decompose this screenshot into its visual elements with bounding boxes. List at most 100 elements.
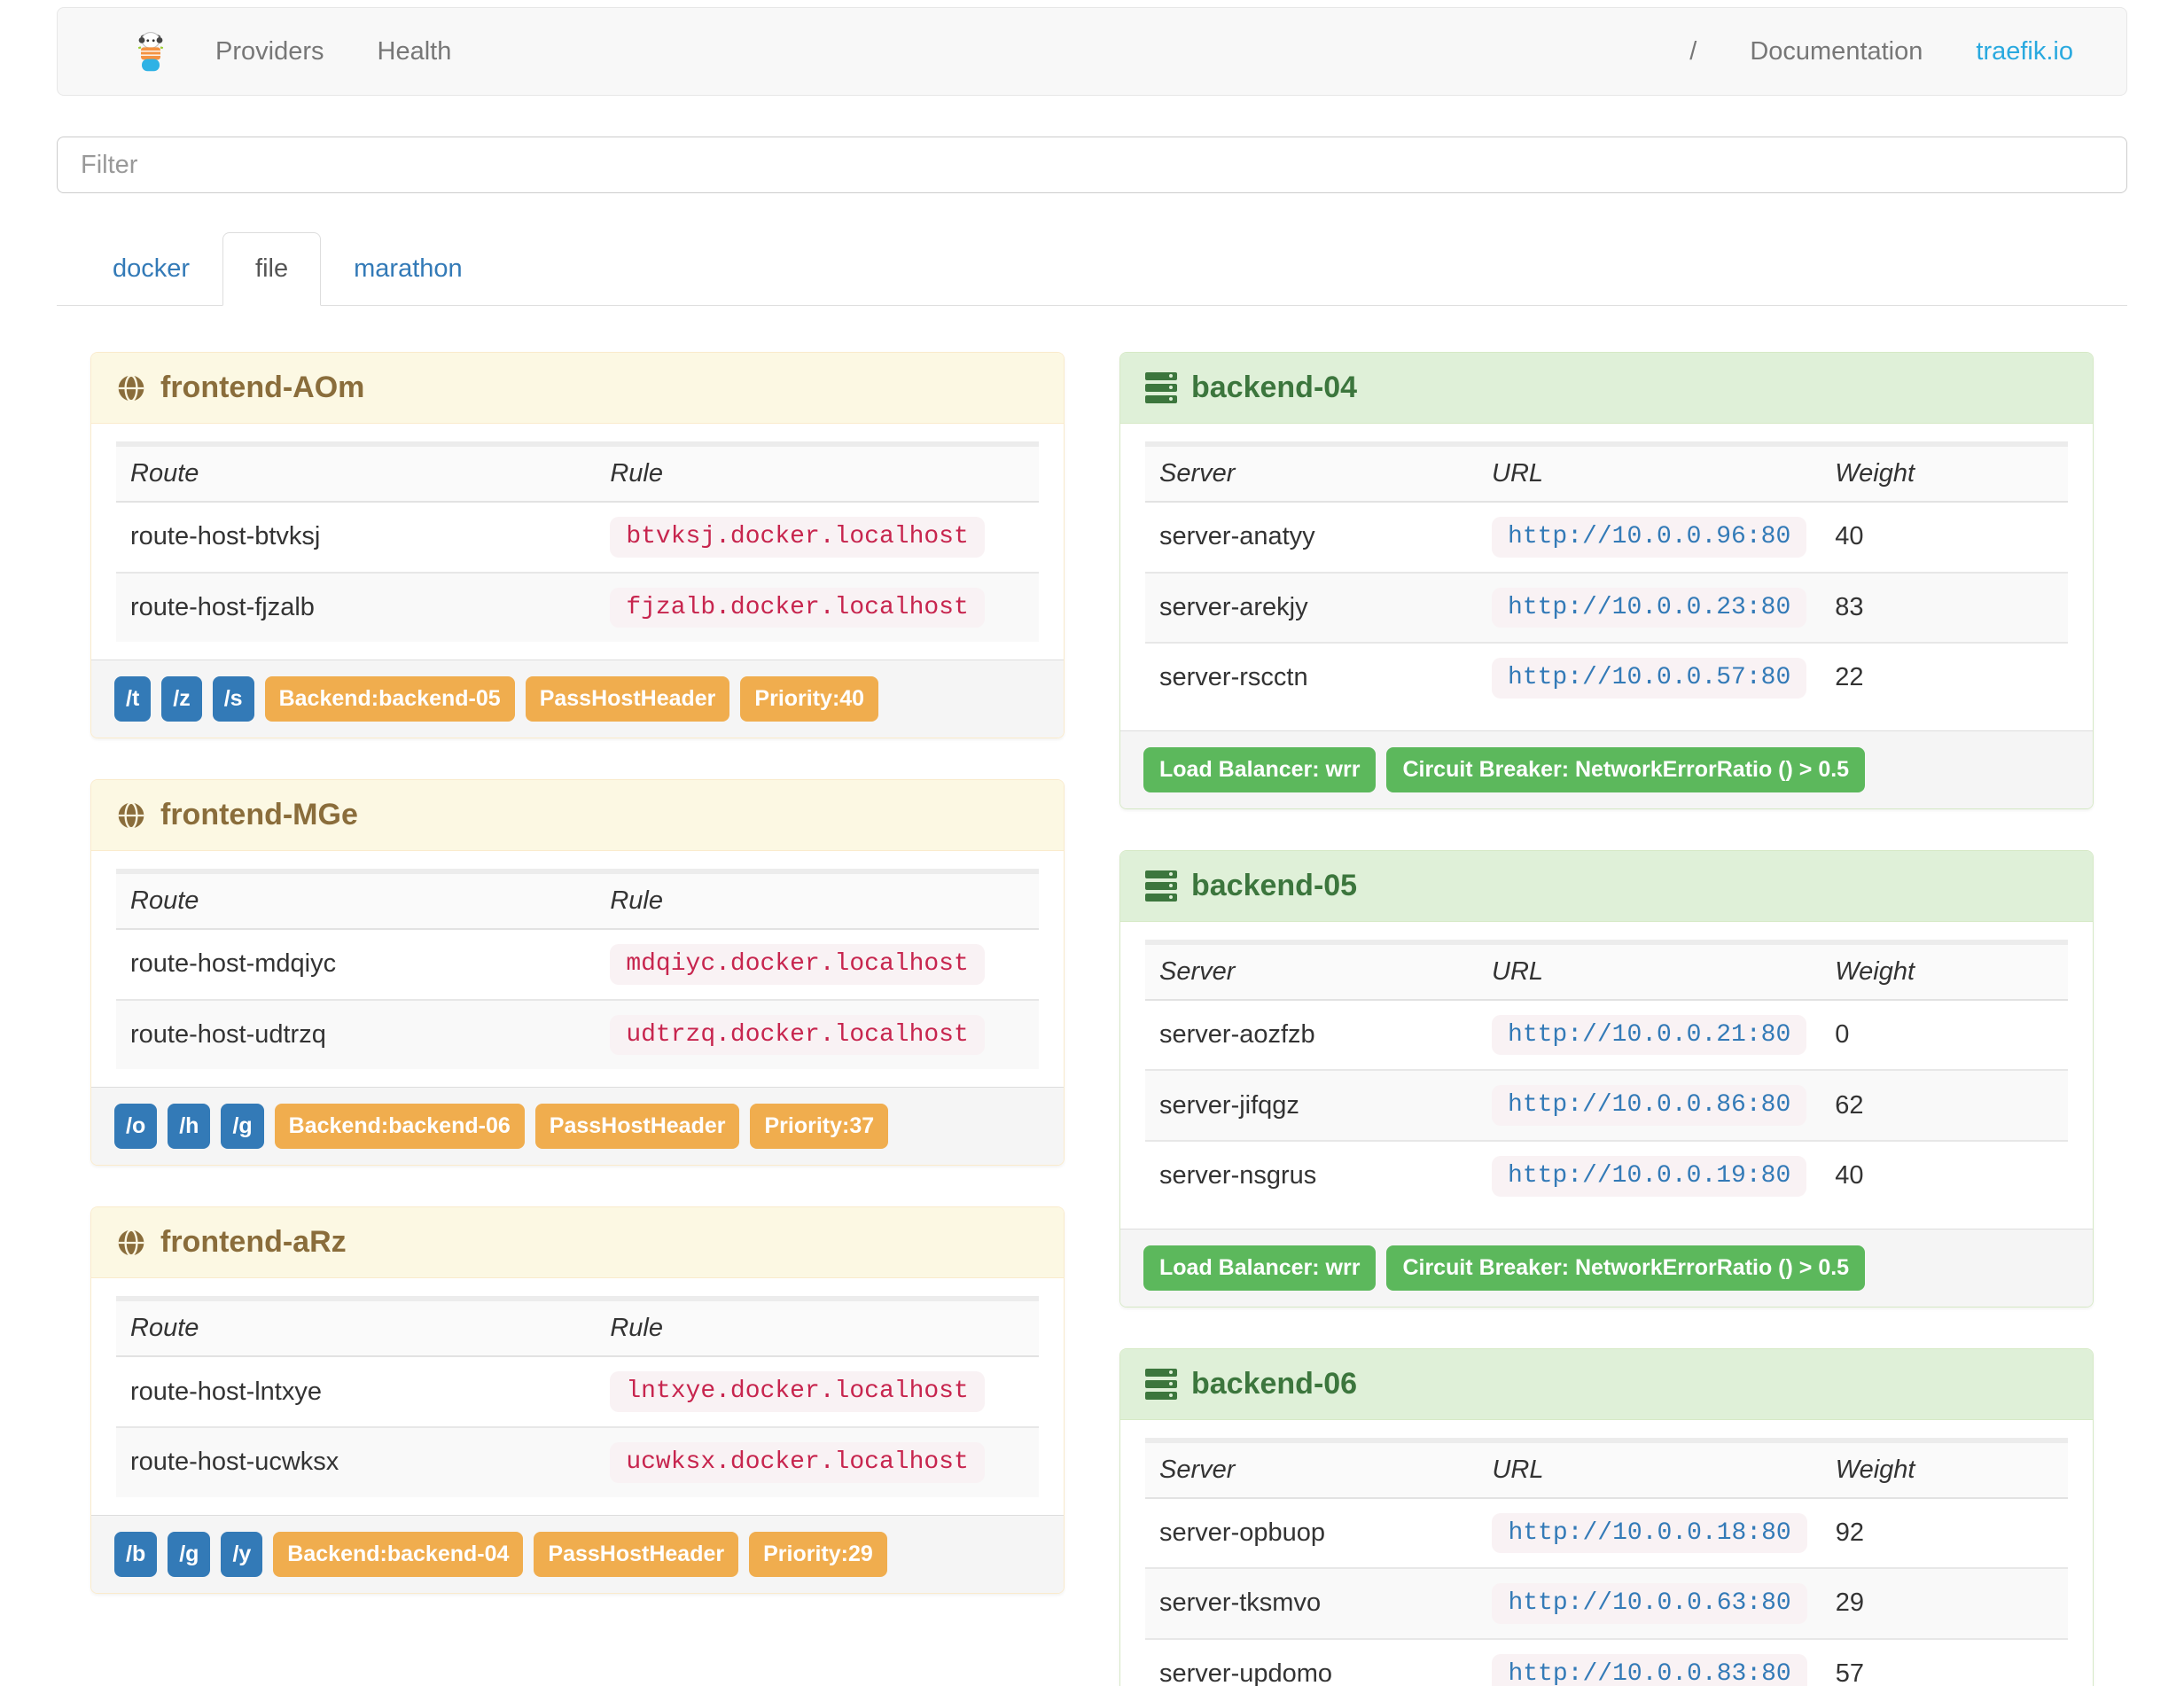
frontend-card-body: Route Rule route-host-mdqiyc mdqiyc.dock… — [91, 851, 1064, 1087]
frontend-card-header: frontend-aRz — [91, 1207, 1064, 1279]
nav-slash-link[interactable]: / — [1663, 8, 1723, 95]
server-icon — [1145, 372, 1177, 403]
tab-marathon[interactable]: marathon — [321, 232, 495, 306]
url-column-header: URL — [1478, 1437, 1821, 1499]
server-icon — [1145, 870, 1177, 902]
traefik-dashboard: Providers Health / Documentation traefik… — [0, 0, 2184, 1686]
priority-badge: Priority:37 — [750, 1104, 889, 1150]
frontend-card-AOm: frontend-AOm Route Rule route-host-btvks… — [90, 352, 1065, 739]
route-column-header: Route — [116, 441, 597, 503]
load-balancer-badge: Load Balancer: wrr — [1143, 746, 1377, 792]
url-value: http://10.0.0.18:80 — [1492, 1512, 1807, 1554]
frontend-card-header: frontend-MGe — [91, 780, 1064, 852]
frontend-card-MGe: frontend-MGe Route Rule route-host-mdqiy… — [90, 779, 1065, 1167]
rule-column-header: Rule — [596, 441, 1039, 503]
navbar-left-links: Providers Health — [189, 8, 478, 95]
backend-card-06: backend-06 Server URL Weight server-opbu… — [1119, 1347, 2094, 1686]
navbar: Providers Health / Documentation traefik… — [57, 7, 2127, 96]
url-cell: http://10.0.0.23:80 — [1478, 571, 1821, 644]
entrypoint-badge: /b — [114, 1531, 158, 1577]
backend-ref-badge: Backend:backend-04 — [273, 1531, 524, 1577]
url-cell: http://10.0.0.19:80 — [1478, 1139, 1821, 1211]
navbar-right-links: / Documentation traefik.io — [1663, 8, 2100, 95]
weight-value: 40 — [1835, 522, 1864, 551]
frontend-title: frontend-aRz — [160, 1225, 347, 1260]
nav-documentation-link[interactable]: Documentation — [1723, 8, 1949, 95]
entrypoint-badge: /o — [114, 1104, 158, 1150]
table-row: route-host-mdqiyc mdqiyc.docker.localhos… — [116, 929, 1039, 1000]
entrypoint-badge: /s — [212, 676, 254, 722]
rule-value: mdqiyc.docker.localhost — [610, 944, 985, 985]
globe-icon — [116, 1228, 146, 1258]
filter-input[interactable] — [57, 137, 2127, 193]
table-row: server-aozfzb http://10.0.0.21:80 0 — [1145, 1000, 2068, 1071]
entrypoint-badge: /h — [168, 1104, 211, 1150]
server-column-header: Server — [1145, 1437, 1478, 1499]
weight-column-header: Weight — [1821, 939, 2068, 1001]
url-value: http://10.0.0.23:80 — [1492, 587, 1807, 628]
url-cell: http://10.0.0.63:80 — [1478, 1567, 1821, 1639]
filter-bar — [57, 137, 2127, 193]
server-icon — [1145, 1368, 1177, 1400]
url-column-header: URL — [1478, 939, 1821, 1001]
backend-card-body: Server URL Weight server-aozfzb http://1… — [1120, 922, 2093, 1229]
frontend-card-body: Route Rule route-host-btvksj btvksj.dock… — [91, 424, 1064, 660]
table-row: server-tksmvo http://10.0.0.63:80 29 — [1145, 1567, 2068, 1639]
frontend-card-header: frontend-AOm — [91, 353, 1064, 424]
entrypoint-badge: /g — [221, 1104, 264, 1150]
weight-column-header: Weight — [1821, 441, 2068, 503]
priority-badge: Priority:40 — [740, 676, 879, 722]
globe-icon — [116, 800, 146, 831]
tab-docker[interactable]: docker — [80, 232, 222, 306]
server-name: server-aozfzb — [1159, 1020, 1315, 1050]
load-balancer-badge: Load Balancer: wrr — [1143, 1245, 1377, 1291]
table-row: route-host-fjzalb fjzalb.docker.localhos… — [116, 571, 1039, 643]
url-value: http://10.0.0.63:80 — [1492, 1583, 1807, 1624]
backend-ref-badge: Backend:backend-05 — [264, 676, 515, 722]
route-column-header: Route — [116, 1296, 597, 1358]
url-cell: http://10.0.0.21:80 — [1478, 1000, 1821, 1071]
server-column-header: Server — [1145, 441, 1478, 503]
backend-card-header: backend-06 — [1120, 1348, 2093, 1420]
table-row: route-host-ucwksx ucwksx.docker.localhos… — [116, 1425, 1039, 1497]
nav-traefik-io-link[interactable]: traefik.io — [1949, 8, 2100, 95]
frontend-title: frontend-MGe — [160, 798, 358, 832]
servers-table: Server URL Weight server-aozfzb http://1… — [1145, 939, 2068, 1211]
backend-card-header: backend-04 — [1120, 353, 2093, 424]
routes-table: Route Rule route-host-lntxye lntxye.dock… — [116, 1296, 1039, 1497]
weight-value: 83 — [1821, 571, 2068, 644]
nav-providers-link[interactable]: Providers — [189, 8, 351, 95]
weight-value: 29 — [1821, 1567, 2068, 1639]
table-row: server-jifqgz http://10.0.0.86:80 62 — [1145, 1069, 2068, 1141]
url-value: http://10.0.0.19:80 — [1492, 1155, 1807, 1197]
backend-card-05: backend-05 Server URL Weight server-aozf… — [1119, 849, 2094, 1307]
globe-icon — [116, 373, 146, 403]
rule-column-header: Rule — [596, 1296, 1039, 1358]
route-name: route-host-btvksj — [130, 522, 321, 551]
route-name: route-host-udtrzq — [116, 998, 597, 1070]
frontend-card-footer: /t /z /s Backend:backend-05 PassHostHead… — [91, 660, 1064, 738]
weight-column-header: Weight — [1821, 1437, 2068, 1499]
frontend-card-aRz: frontend-aRz Route Rule route-host-lntxy… — [90, 1206, 1065, 1594]
weight-value: 22 — [1821, 642, 2068, 713]
server-name: server-jifqgz — [1145, 1069, 1478, 1141]
table-row: route-host-lntxye lntxye.docker.localhos… — [116, 1356, 1039, 1427]
url-value: http://10.0.0.96:80 — [1492, 517, 1807, 558]
passhostheader-badge: PassHostHeader — [534, 1104, 740, 1150]
url-value: http://10.0.0.21:80 — [1492, 1014, 1807, 1056]
traefik-logo[interactable] — [132, 31, 169, 72]
rule-value: udtrzq.docker.localhost — [610, 1014, 985, 1056]
rule-cell: ucwksx.docker.localhost — [596, 1425, 1039, 1497]
url-cell: http://10.0.0.86:80 — [1478, 1069, 1821, 1141]
rule-cell: lntxye.docker.localhost — [596, 1356, 1039, 1427]
entrypoint-badge: /z — [161, 676, 202, 722]
table-row: server-rscctn http://10.0.0.57:80 22 — [1145, 642, 2068, 713]
tab-file[interactable]: file — [222, 232, 322, 306]
server-name: server-arekjy — [1145, 571, 1478, 644]
url-cell: http://10.0.0.18:80 — [1478, 1498, 1821, 1569]
entrypoint-badge: /t — [114, 676, 152, 722]
weight-value: 62 — [1821, 1069, 2068, 1141]
nav-health-link[interactable]: Health — [351, 8, 479, 95]
weight-value: 40 — [1821, 1139, 2068, 1211]
priority-badge: Priority:29 — [749, 1531, 887, 1577]
